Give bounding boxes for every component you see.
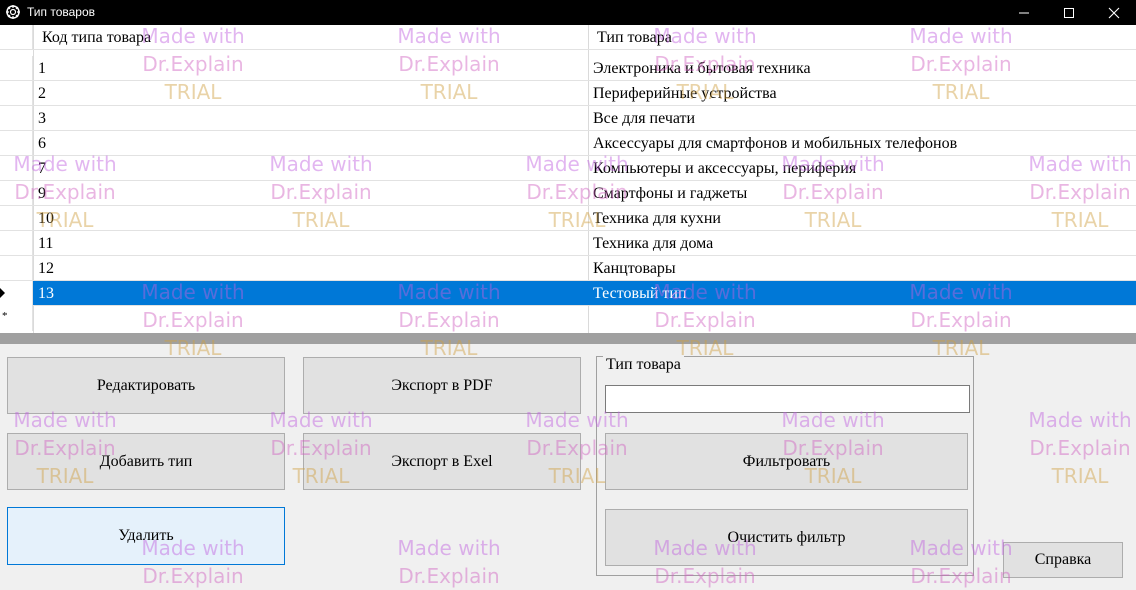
close-icon <box>1108 7 1120 19</box>
table-row[interactable]: 11 Техника для дома <box>0 231 1136 256</box>
cell-code[interactable]: 6 <box>38 131 586 155</box>
filter-button[interactable]: Фильтровать <box>605 433 968 490</box>
window-title: Тип товаров <box>27 5 96 19</box>
row-header[interactable] <box>0 256 33 281</box>
row-header-corner[interactable] <box>0 25 33 50</box>
cell-type[interactable]: Все для печати <box>593 106 1133 130</box>
new-row-marker: * <box>2 310 8 322</box>
clear-filter-button[interactable]: Очистить фильтр <box>605 509 968 566</box>
cell-type[interactable]: Техника для дома <box>593 231 1133 255</box>
row-header[interactable]: * <box>0 306 33 331</box>
minimize-button[interactable] <box>1001 0 1047 25</box>
table-row[interactable]: 1 Электроника и бытовая техника <box>0 56 1136 81</box>
cell-code[interactable]: 2 <box>38 81 586 105</box>
cell-code[interactable]: 7 <box>38 156 586 180</box>
cell-code[interactable]: 12 <box>38 256 586 280</box>
close-button[interactable] <box>1091 0 1136 25</box>
table-row[interactable]: 9 Смартфоны и гаджеты <box>0 181 1136 206</box>
app-gear-icon <box>6 5 20 19</box>
export-excel-button[interactable]: Экспорт в Exel <box>303 433 581 490</box>
cell-code[interactable]: 1 <box>38 56 586 80</box>
cell-code[interactable]: 9 <box>38 181 586 205</box>
maximize-button[interactable] <box>1046 0 1092 25</box>
filter-input[interactable] <box>605 385 970 413</box>
edit-button[interactable]: Редактировать <box>7 357 285 414</box>
cell-type[interactable]: Смартфоны и гаджеты <box>593 181 1133 205</box>
cell-type[interactable]: Канцтовары <box>593 256 1133 280</box>
table-row[interactable]: 10 Техника для кухни <box>0 206 1136 231</box>
cell-code[interactable]: 13 <box>38 281 586 305</box>
row-header[interactable] <box>0 181 33 206</box>
cell-code[interactable]: 10 <box>38 206 586 230</box>
row-header[interactable] <box>0 281 33 306</box>
minimize-icon <box>1019 12 1029 14</box>
grid-header-row: Код типа товара Тип товара <box>0 25 1136 50</box>
add-type-button[interactable]: Добавить тип <box>7 433 285 490</box>
row-header[interactable] <box>0 81 33 106</box>
table-row[interactable]: 7 Компьютеры и аксессуары, периферия <box>0 156 1136 181</box>
cell-type[interactable]: Периферийные устройства <box>593 81 1133 105</box>
delete-button[interactable]: Удалить <box>7 507 285 565</box>
cell-type[interactable]: Аксессуары для смартфонов и мобильных те… <box>593 131 1133 155</box>
maximize-icon <box>1064 8 1074 18</box>
new-row[interactable]: * <box>0 306 1136 331</box>
column-header-type[interactable]: Тип товара <box>597 25 1136 49</box>
table-row-selected[interactable]: 13 Тестовый тип <box>0 281 1136 306</box>
column-header-code[interactable]: Код типа товара <box>42 25 590 49</box>
row-header[interactable] <box>0 206 33 231</box>
cell-type[interactable]: Тестовый тип <box>593 281 1133 305</box>
table-row[interactable]: 12 Канцтовары <box>0 256 1136 281</box>
cell-type[interactable]: Компьютеры и аксессуары, периферия <box>593 156 1133 180</box>
row-header[interactable] <box>0 156 33 181</box>
current-row-arrow-icon <box>0 288 5 298</box>
row-header[interactable] <box>0 231 33 256</box>
row-header[interactable] <box>0 131 33 156</box>
trial-watermark: Made with Dr.Explain <box>397 536 501 588</box>
title-bar: Тип товаров <box>0 0 1136 25</box>
table-row[interactable]: 3 Все для печати <box>0 106 1136 131</box>
splitter[interactable] <box>0 333 1136 344</box>
table-row[interactable]: 6 Аксессуары для смартфонов и мобильных … <box>0 131 1136 156</box>
product-types-grid[interactable]: Код типа товара Тип товара 1 Электроника… <box>0 25 1136 333</box>
export-pdf-button[interactable]: Экспорт в PDF <box>303 357 581 414</box>
row-header[interactable] <box>0 106 33 131</box>
cell-type[interactable]: Техника для кухни <box>593 206 1133 230</box>
cell-type[interactable]: Электроника и бытовая техника <box>593 56 1133 80</box>
table-row[interactable]: 2 Периферийные устройства <box>0 81 1136 106</box>
cell-code[interactable]: 3 <box>38 106 586 130</box>
trial-watermark: Made with Dr.Explain TRIAL <box>1028 408 1132 488</box>
help-button[interactable]: Справка <box>1003 542 1123 578</box>
filter-group-label: Тип товара <box>603 356 684 374</box>
cell-code[interactable]: 11 <box>38 231 586 255</box>
row-header[interactable] <box>0 56 33 81</box>
